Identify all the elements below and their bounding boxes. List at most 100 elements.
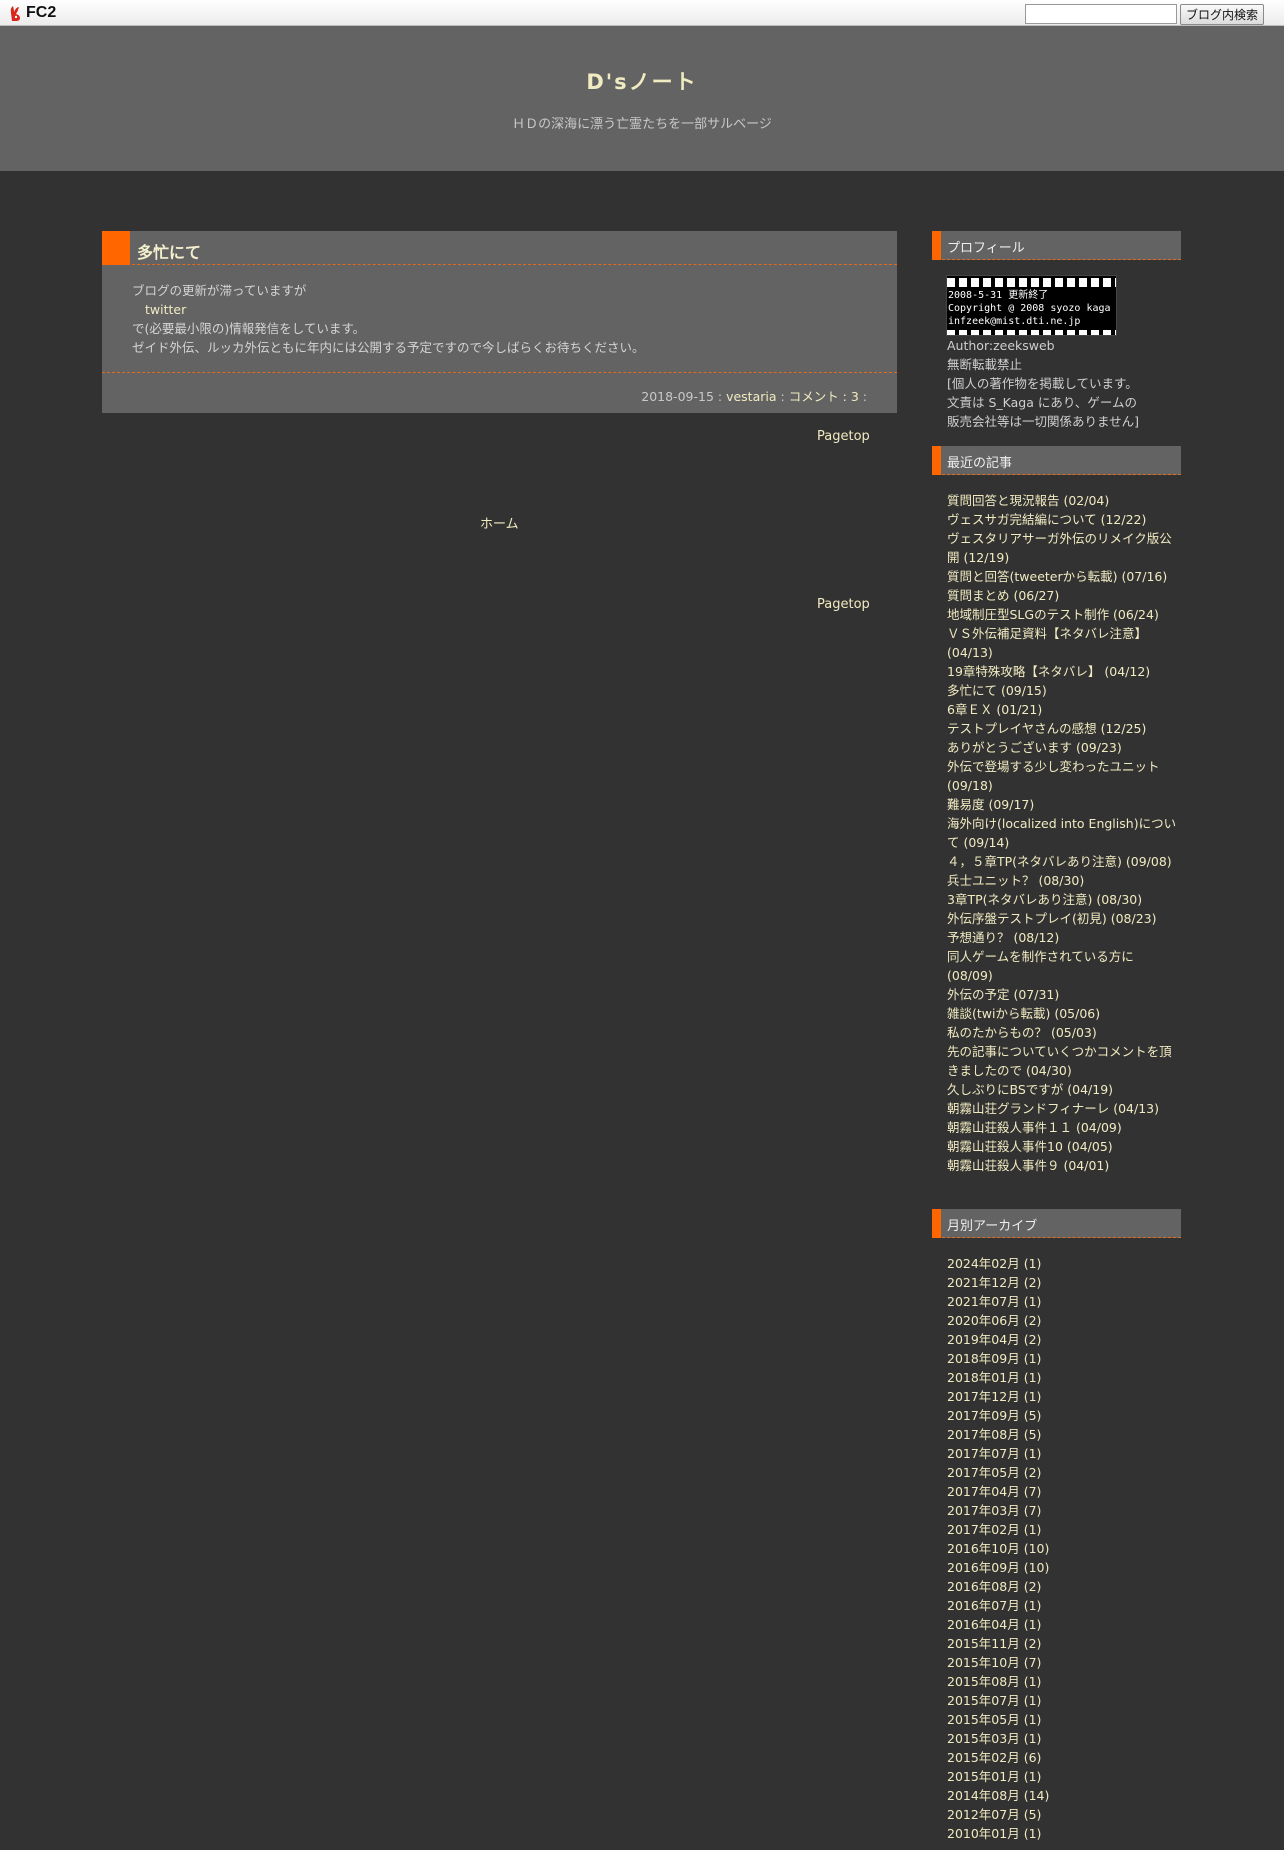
blog-title[interactable]: D'sノート: [0, 66, 1284, 96]
home-link[interactable]: ホーム: [480, 513, 519, 532]
archive-month-link[interactable]: 2021年07月 (1): [947, 1292, 1177, 1311]
recent-article-link[interactable]: ４，５章TP(ネタバレあり注意) (09/08): [947, 852, 1177, 871]
recent-article-link[interactable]: 朝霧山荘殺人事件９ (04/01): [947, 1156, 1177, 1175]
recent-article-link[interactable]: 外伝の予定 (07/31): [947, 985, 1177, 1004]
archive-month-link[interactable]: 2012年07月 (5): [947, 1805, 1177, 1824]
twitter-link[interactable]: twitter: [132, 300, 872, 319]
recent-article-link[interactable]: テストプレイヤさんの感想 (12/25): [947, 719, 1177, 738]
profile-line: [個人の著作物を掲載しています。: [947, 376, 1138, 391]
recent-article-link[interactable]: 雑談(twiから転載) (05/06): [947, 1004, 1177, 1023]
archive-month-link[interactable]: 2015年03月 (1): [947, 1729, 1177, 1748]
archive-month-link[interactable]: 2017年04月 (7): [947, 1482, 1177, 1501]
archive-month-link[interactable]: 2018年09月 (1): [947, 1349, 1177, 1368]
recent-article-link[interactable]: ありがとうございます (09/23): [947, 738, 1177, 757]
archive-month-link[interactable]: 2015年11月 (2): [947, 1634, 1177, 1653]
archive-month-link[interactable]: 2015年08月 (1): [947, 1672, 1177, 1691]
entry-author-link[interactable]: vestaria: [726, 389, 776, 404]
recent-article-link[interactable]: 質問まとめ (06/27): [947, 586, 1177, 605]
archive-month-link[interactable]: 2021年12月 (2): [947, 1273, 1177, 1292]
archive-month-link[interactable]: 2010年01月 (1): [947, 1824, 1177, 1843]
recent-articles-list: 質問回答と現況報告 (02/04) ヴェスサガ完結編について (12/22) ヴ…: [947, 491, 1177, 1175]
recent-article-link[interactable]: 海外向け(localized into English)について (09/14): [947, 814, 1177, 852]
recent-article-link[interactable]: 難易度 (09/17): [947, 795, 1177, 814]
sidebar-heading-profile: プロフィール: [932, 231, 1181, 260]
recent-article-link[interactable]: 外伝で登場する少し変わったユニット (09/18): [947, 757, 1177, 795]
archive-month-link[interactable]: 2017年09月 (5): [947, 1406, 1177, 1425]
recent-article-link[interactable]: 予想通り？ (08/12): [947, 928, 1177, 947]
blog-entry: 多忙にて ブログの更新が滞っていますが twitter で(必要最小限の)情報発…: [102, 231, 897, 413]
profile-line: Author:zeeksweb: [947, 338, 1055, 353]
profile-line: 販売会社等は一切関係ありません]: [947, 414, 1140, 429]
blog-header: D'sノート ＨＤの深海に漂う亡霊たちを一部サルベージ: [0, 26, 1284, 171]
archive-month-link[interactable]: 2019年04月 (2): [947, 1330, 1177, 1349]
profile-image-text: Copyright @ 2008 syozo kaga: [948, 303, 1111, 314]
recent-article-link[interactable]: 質問と回答(tweeterから転載) (07/16): [947, 567, 1177, 586]
fc2-logo[interactable]: FC2: [8, 4, 56, 22]
recent-article-link[interactable]: 3章TP(ネタバレあり注意) (08/30): [947, 890, 1177, 909]
archive-month-link[interactable]: 2016年08月 (2): [947, 1577, 1177, 1596]
recent-article-link[interactable]: 朝霧山荘グランドフィナーレ (04/13): [947, 1099, 1177, 1118]
archive-month-link[interactable]: 2017年05月 (2): [947, 1463, 1177, 1482]
blog-description: ＨＤの深海に漂う亡霊たちを一部サルベージ: [512, 117, 772, 132]
recent-article-link[interactable]: ヴェスサガ完結編について (12/22): [947, 510, 1177, 529]
archive-month-link[interactable]: 2017年08月 (5): [947, 1425, 1177, 1444]
recent-article-link[interactable]: 先の記事についていくつかコメントを頂きましたので (04/30): [947, 1042, 1177, 1080]
sidebar-heading-archive: 月別アーカイブ: [932, 1209, 1181, 1238]
archive-month-link[interactable]: 2024年02月 (1): [947, 1254, 1177, 1273]
recent-article-link[interactable]: 兵士ユニット？ (08/30): [947, 871, 1177, 890]
entry-title-bar: 多忙にて: [102, 231, 897, 265]
recent-article-link[interactable]: 外伝序盤テストプレイ(初見) (08/23): [947, 909, 1177, 928]
archive-month-link[interactable]: 2015年10月 (7): [947, 1653, 1177, 1672]
archive-month-link[interactable]: 2017年07月 (1): [947, 1444, 1177, 1463]
entry-title-accent: [102, 231, 130, 265]
recent-article-link[interactable]: 私のたからもの？ (05/03): [947, 1023, 1177, 1042]
pagetop-link[interactable]: Pagetop: [817, 429, 870, 444]
recent-article-link[interactable]: 多忙にて (09/15): [947, 681, 1177, 700]
entry-date: 2018-09-15: [641, 389, 714, 404]
blog-search-button[interactable]: ブログ内検索: [1180, 4, 1264, 25]
archive-month-link[interactable]: 2014年08月 (14): [947, 1786, 1177, 1805]
entry-footer-divider: [102, 372, 897, 373]
entry-title[interactable]: 多忙にて: [137, 239, 201, 263]
entry-footer: 2018-09-15 : vestaria : コメント : 3 :: [641, 386, 867, 405]
archive-month-link[interactable]: 2016年07月 (1): [947, 1596, 1177, 1615]
entry-body-line: で(必要最小限の)情報発信をしています。: [132, 321, 366, 336]
entry-body-line: ブログの更新が滞っていますが: [132, 283, 307, 298]
fc2-toolbar: FC2 ブログ内検索: [0, 0, 1284, 26]
recent-article-link[interactable]: 久しぶりにBSですが (04/19): [947, 1080, 1177, 1099]
sidebar-heading-accent: [932, 231, 941, 260]
archive-month-link[interactable]: 2015年01月 (1): [947, 1767, 1177, 1786]
recent-article-link[interactable]: 質問回答と現況報告 (02/04): [947, 491, 1177, 510]
archive-month-link[interactable]: 2016年10月 (10): [947, 1539, 1177, 1558]
archive-month-link[interactable]: 2017年02月 (1): [947, 1520, 1177, 1539]
archive-month-link[interactable]: 2017年03月 (7): [947, 1501, 1177, 1520]
recent-article-link[interactable]: ＶＳ外伝補足資料【ネタバレ注意】 (04/13): [947, 624, 1177, 662]
sidebar-heading-recent: 最近の記事: [932, 446, 1181, 475]
profile-image: 2008-5-31 更新終了 Copyright @ 2008 syozo ka…: [946, 275, 1117, 336]
sidebar-heading-label: 最近の記事: [947, 456, 1013, 471]
archive-month-link[interactable]: 2015年07月 (1): [947, 1691, 1177, 1710]
profile-image-border: [947, 278, 1116, 287]
recent-article-link[interactable]: 朝霧山荘殺人事件10 (04/05): [947, 1137, 1177, 1156]
recent-article-link[interactable]: 同人ゲームを制作されている方に (08/09): [947, 947, 1177, 985]
archive-month-link[interactable]: 2015年05月 (1): [947, 1710, 1177, 1729]
archive-month-link[interactable]: 2017年12月 (1): [947, 1387, 1177, 1406]
recent-article-link[interactable]: 地域制圧型SLGのテスト制作 (06/24): [947, 605, 1177, 624]
entry-comments-link[interactable]: コメント : 3: [789, 389, 859, 404]
archive-month-link[interactable]: 2015年02月 (6): [947, 1748, 1177, 1767]
archive-month-link[interactable]: 2016年09月 (10): [947, 1558, 1177, 1577]
recent-article-link[interactable]: 19章特殊攻略【ネタバレ】 (04/12): [947, 662, 1177, 681]
recent-article-link[interactable]: ヴェスタリアサーガ外伝のリメイク版公開 (12/19): [947, 529, 1177, 567]
entry-footer-separator: :: [858, 389, 867, 404]
entry-footer-separator: :: [776, 389, 789, 404]
archive-month-link[interactable]: 2016年04月 (1): [947, 1615, 1177, 1634]
entry-body: ブログの更新が滞っていますが twitter で(必要最小限の)情報発信をしてい…: [132, 281, 872, 357]
pagetop-link-bottom[interactable]: Pagetop: [817, 597, 870, 612]
profile-image-text: infzeek@mist.dti.ne.jp: [948, 316, 1081, 327]
recent-article-link[interactable]: 6章ＥＸ (01/21): [947, 700, 1177, 719]
sidebar-heading-label: プロフィール: [947, 241, 1025, 256]
blog-search-input[interactable]: [1025, 4, 1177, 24]
archive-month-link[interactable]: 2020年06月 (2): [947, 1311, 1177, 1330]
archive-month-link[interactable]: 2018年01月 (1): [947, 1368, 1177, 1387]
recent-article-link[interactable]: 朝霧山荘殺人事件１１ (04/09): [947, 1118, 1177, 1137]
